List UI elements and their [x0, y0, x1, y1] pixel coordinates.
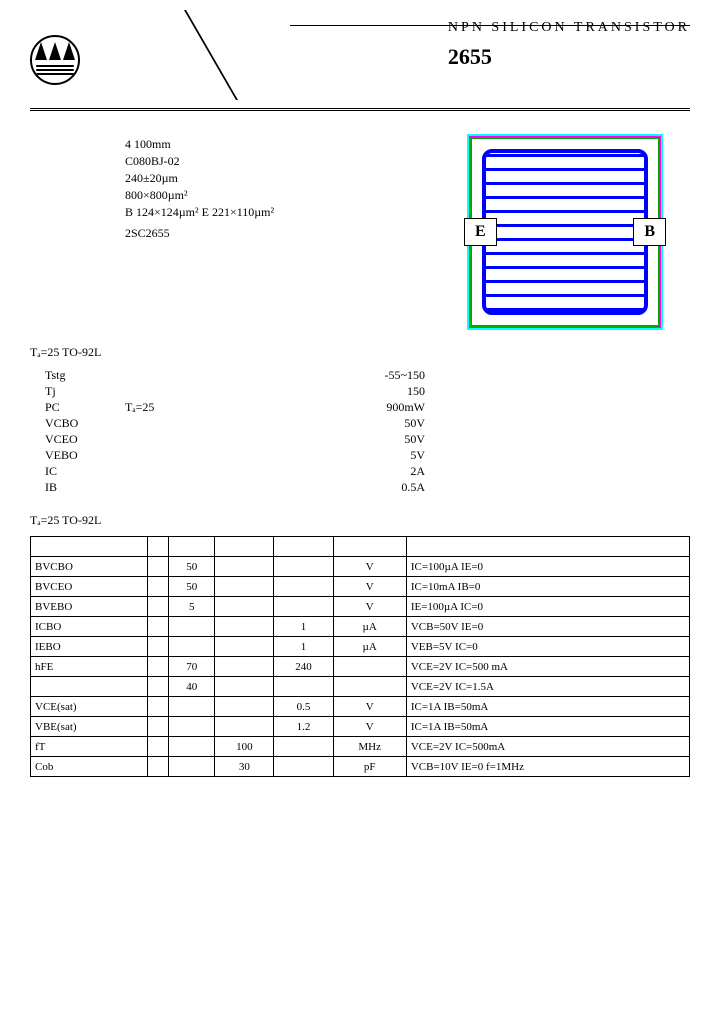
table-row: BVCBO50VIC=100µA IE=0 — [31, 557, 690, 577]
table-row: hFE70240VCE=2V IC=500 mA — [31, 657, 690, 677]
die-emitter-label: E — [464, 218, 497, 246]
ratings-table: Tstg-55~150 Tj150 PCTₐ=25900mW VCBO50V V… — [45, 368, 690, 495]
spec-row: 2SC2655 — [45, 226, 470, 241]
spec-equivalent: 2SC2655 — [125, 226, 470, 241]
part-number: 2655 — [448, 44, 690, 70]
elec-heading: Tₐ=25 TO-92L — [30, 513, 690, 528]
die-layout-diagram: E B — [470, 137, 660, 327]
rating-row: IC2A — [45, 464, 690, 479]
col-max — [274, 537, 333, 557]
table-row: 40VCE=2V IC=1.5A — [31, 677, 690, 697]
page-header: NPN SILICON TRANSISTOR 2655 — [30, 20, 690, 100]
rating-row: Tstg-55~150 — [45, 368, 690, 383]
spec-row: 240±20µm — [45, 171, 470, 186]
table-row: BVCEO50VIC=10mA IB=0 — [31, 577, 690, 597]
table-row: VBE(sat)1.2VIC=1A IB=50mA — [31, 717, 690, 737]
spec-die-size: 800×800µm² — [125, 188, 470, 203]
col-cond — [406, 537, 689, 557]
rating-row: IB0.5A — [45, 480, 690, 495]
spec-column: 4 100mm C080BJ-02 240±20µm 800×800µm² B … — [30, 127, 470, 243]
die-column: E B — [470, 127, 690, 327]
col-unit — [333, 537, 406, 557]
col-desc — [148, 537, 169, 557]
ratings-section: Tₐ=25 TO-92L Tstg-55~150 Tj150 PCTₐ=2590… — [30, 345, 690, 495]
table-header-row — [31, 537, 690, 557]
spec-and-die-row: 4 100mm C080BJ-02 240±20µm 800×800µm² B … — [30, 127, 690, 327]
header-right-block: NPN SILICON TRANSISTOR 2655 — [448, 20, 690, 70]
table-row: IEBO1µAVEB=5V IC=0 — [31, 637, 690, 657]
spec-mask: C080BJ-02 — [125, 154, 470, 169]
table-row: BVEBO5VIE=100µA IC=0 — [31, 597, 690, 617]
col-min — [169, 537, 215, 557]
die-inner-pattern — [482, 149, 648, 315]
ratings-heading: Tₐ=25 TO-92L — [30, 345, 690, 360]
rating-row: PCTₐ=25900mW — [45, 400, 690, 415]
spec-pad: B 124×124µm² E 221×110µm² — [125, 205, 470, 220]
table-row: Cob30pFVCB=10V IE=0 f=1MHz — [31, 757, 690, 777]
product-category: NPN SILICON TRANSISTOR — [448, 20, 690, 36]
rating-row: VCBO50V — [45, 416, 690, 431]
spec-thickness: 240±20µm — [125, 171, 470, 186]
col-param — [31, 537, 148, 557]
die-base-label: B — [633, 218, 666, 246]
company-logo — [30, 35, 80, 85]
header-double-rule — [30, 108, 690, 112]
table-row: fT100MHzVCE=2V IC=500mA — [31, 737, 690, 757]
spec-row: 4 100mm — [45, 137, 470, 152]
spec-list: 4 100mm C080BJ-02 240±20µm 800×800µm² B … — [45, 137, 470, 241]
rating-row: Tj150 — [45, 384, 690, 399]
spec-row: C080BJ-02 — [45, 154, 470, 169]
spec-row: 800×800µm² — [45, 188, 470, 203]
table-row: VCE(sat)0.5VIC=1A IB=50mA — [31, 697, 690, 717]
electrical-characteristics-section: Tₐ=25 TO-92L BVCBO50VIC=100µA IE=0BVCEO5… — [30, 513, 690, 777]
spec-row: B 124×124µm² E 221×110µm² — [45, 205, 470, 220]
table-row: ICBO1µAVCB=50V IE=0 — [31, 617, 690, 637]
header-divider — [184, 10, 316, 100]
rating-row: VCEO50V — [45, 432, 690, 447]
spec-wafer: 4 100mm — [125, 137, 470, 152]
col-typ — [215, 537, 274, 557]
rating-row: VEBO5V — [45, 448, 690, 463]
electrical-characteristics-table: BVCBO50VIC=100µA IE=0BVCEO50VIC=10mA IB=… — [30, 536, 690, 777]
